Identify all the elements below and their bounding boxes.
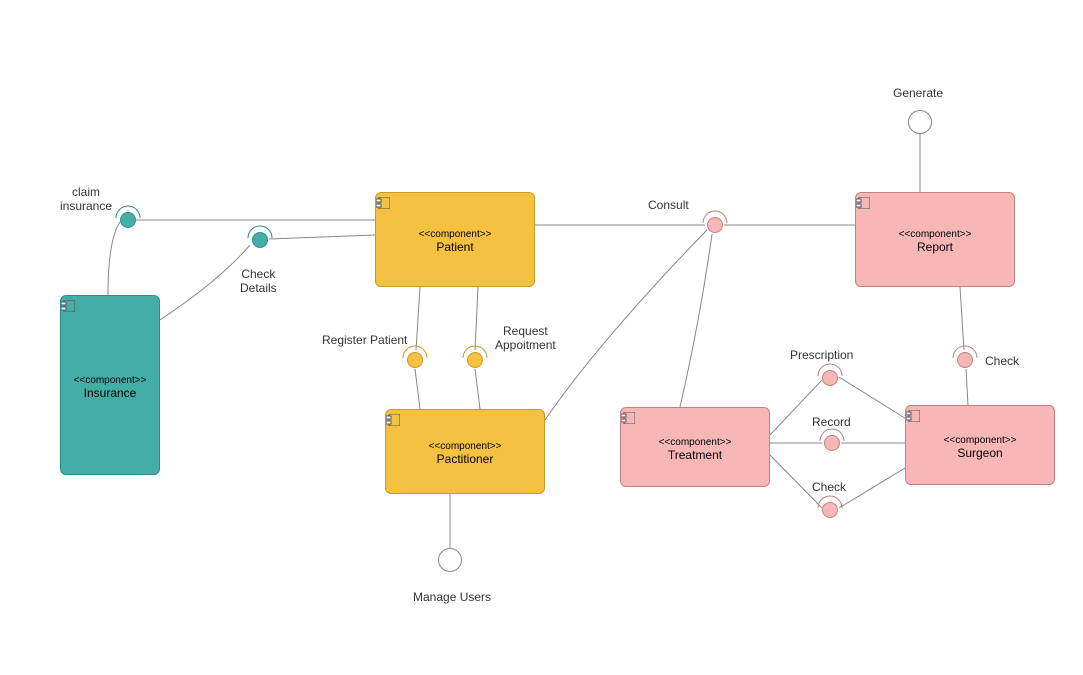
interface-port[interactable] <box>822 370 838 386</box>
interface-port[interactable] <box>120 212 136 228</box>
component-icon <box>376 197 390 209</box>
label-claim-insurance: claim insurance <box>60 185 112 214</box>
component-surgeon[interactable]: <<component>> Surgeon <box>905 405 1055 485</box>
stereotype: <<component>> <box>659 437 732 448</box>
interface-port[interactable] <box>467 352 483 368</box>
component-icon <box>856 197 870 209</box>
component-insurance[interactable]: <<component>> Insurance <box>60 295 160 475</box>
interface-port[interactable] <box>824 435 840 451</box>
component-name: Insurance <box>84 386 137 400</box>
interface-port[interactable] <box>252 232 268 248</box>
stereotype: <<component>> <box>429 441 502 452</box>
component-patient[interactable]: <<component>> Patient <box>375 192 535 287</box>
component-name: Pactitioner <box>437 452 494 466</box>
label-check-ts: Check <box>812 480 846 494</box>
component-name: Report <box>917 240 953 254</box>
label-manage-users: Manage Users <box>413 590 491 604</box>
label-register-patient: Register Patient <box>322 333 407 347</box>
component-icon <box>61 300 75 312</box>
interface-port[interactable] <box>822 502 838 518</box>
label-generate: Generate <box>893 86 943 100</box>
component-report[interactable]: <<component>> Report <box>855 192 1015 287</box>
component-name: Treatment <box>668 448 722 462</box>
stereotype: <<component>> <box>944 435 1017 446</box>
label-consult: Consult <box>648 198 689 212</box>
component-practitioner[interactable]: <<component>> Pactitioner <box>385 409 545 494</box>
label-record: Record <box>812 415 851 429</box>
label-request-appointment: Request Appoitment <box>495 324 556 353</box>
component-name: Patient <box>436 240 473 254</box>
component-icon <box>386 414 400 426</box>
component-icon <box>621 412 635 424</box>
component-treatment[interactable]: <<component>> Treatment <box>620 407 770 487</box>
label-check-report: Check <box>985 354 1019 368</box>
stereotype: <<component>> <box>899 229 972 240</box>
interface-port[interactable] <box>707 217 723 233</box>
label-prescription: Prescription <box>790 348 853 362</box>
interface-port[interactable] <box>438 548 462 572</box>
label-check-details: Check Details <box>240 267 277 296</box>
interface-port[interactable] <box>957 352 973 368</box>
interface-port[interactable] <box>407 352 423 368</box>
component-name: Surgeon <box>957 446 1002 460</box>
interface-port[interactable] <box>908 110 932 134</box>
component-icon <box>906 410 920 422</box>
stereotype: <<component>> <box>419 229 492 240</box>
stereotype: <<component>> <box>74 375 147 386</box>
